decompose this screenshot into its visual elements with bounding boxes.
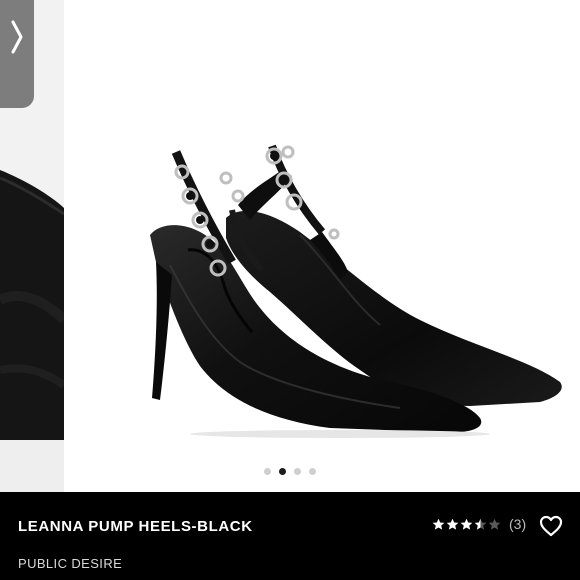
star-filled-icon bbox=[460, 518, 473, 530]
previous-image-button[interactable] bbox=[0, 0, 34, 108]
star-half-icon bbox=[474, 518, 487, 530]
pagination-dot-4[interactable] bbox=[309, 468, 316, 475]
rating-stars bbox=[432, 518, 501, 531]
product-info-bar: LEANNA PUMP HEELS-BLACK PUBLIC DESIRE (3… bbox=[0, 492, 580, 580]
main-product-image[interactable] bbox=[64, 0, 580, 492]
pagination-dot-3[interactable] bbox=[294, 468, 301, 475]
product-brand[interactable]: PUBLIC DESIRE bbox=[18, 556, 122, 571]
review-count[interactable]: (3) bbox=[509, 516, 526, 532]
product-title: LEANNA PUMP HEELS-BLACK bbox=[18, 518, 253, 535]
pagination-dot-1[interactable] bbox=[264, 468, 271, 475]
product-rating[interactable]: (3) bbox=[432, 516, 526, 532]
pagination-dot-2[interactable] bbox=[279, 468, 286, 475]
star-empty-icon bbox=[488, 518, 501, 530]
chevron-right-icon bbox=[11, 20, 23, 54]
star-filled-icon bbox=[446, 518, 459, 530]
product-image-gallery[interactable] bbox=[0, 0, 580, 492]
carousel-pagination bbox=[0, 468, 580, 475]
add-to-wishlist-button[interactable] bbox=[538, 514, 564, 538]
star-filled-icon bbox=[432, 518, 445, 530]
black-satin-slingback-heels-image bbox=[150, 144, 562, 438]
heart-outline-icon bbox=[539, 515, 563, 537]
